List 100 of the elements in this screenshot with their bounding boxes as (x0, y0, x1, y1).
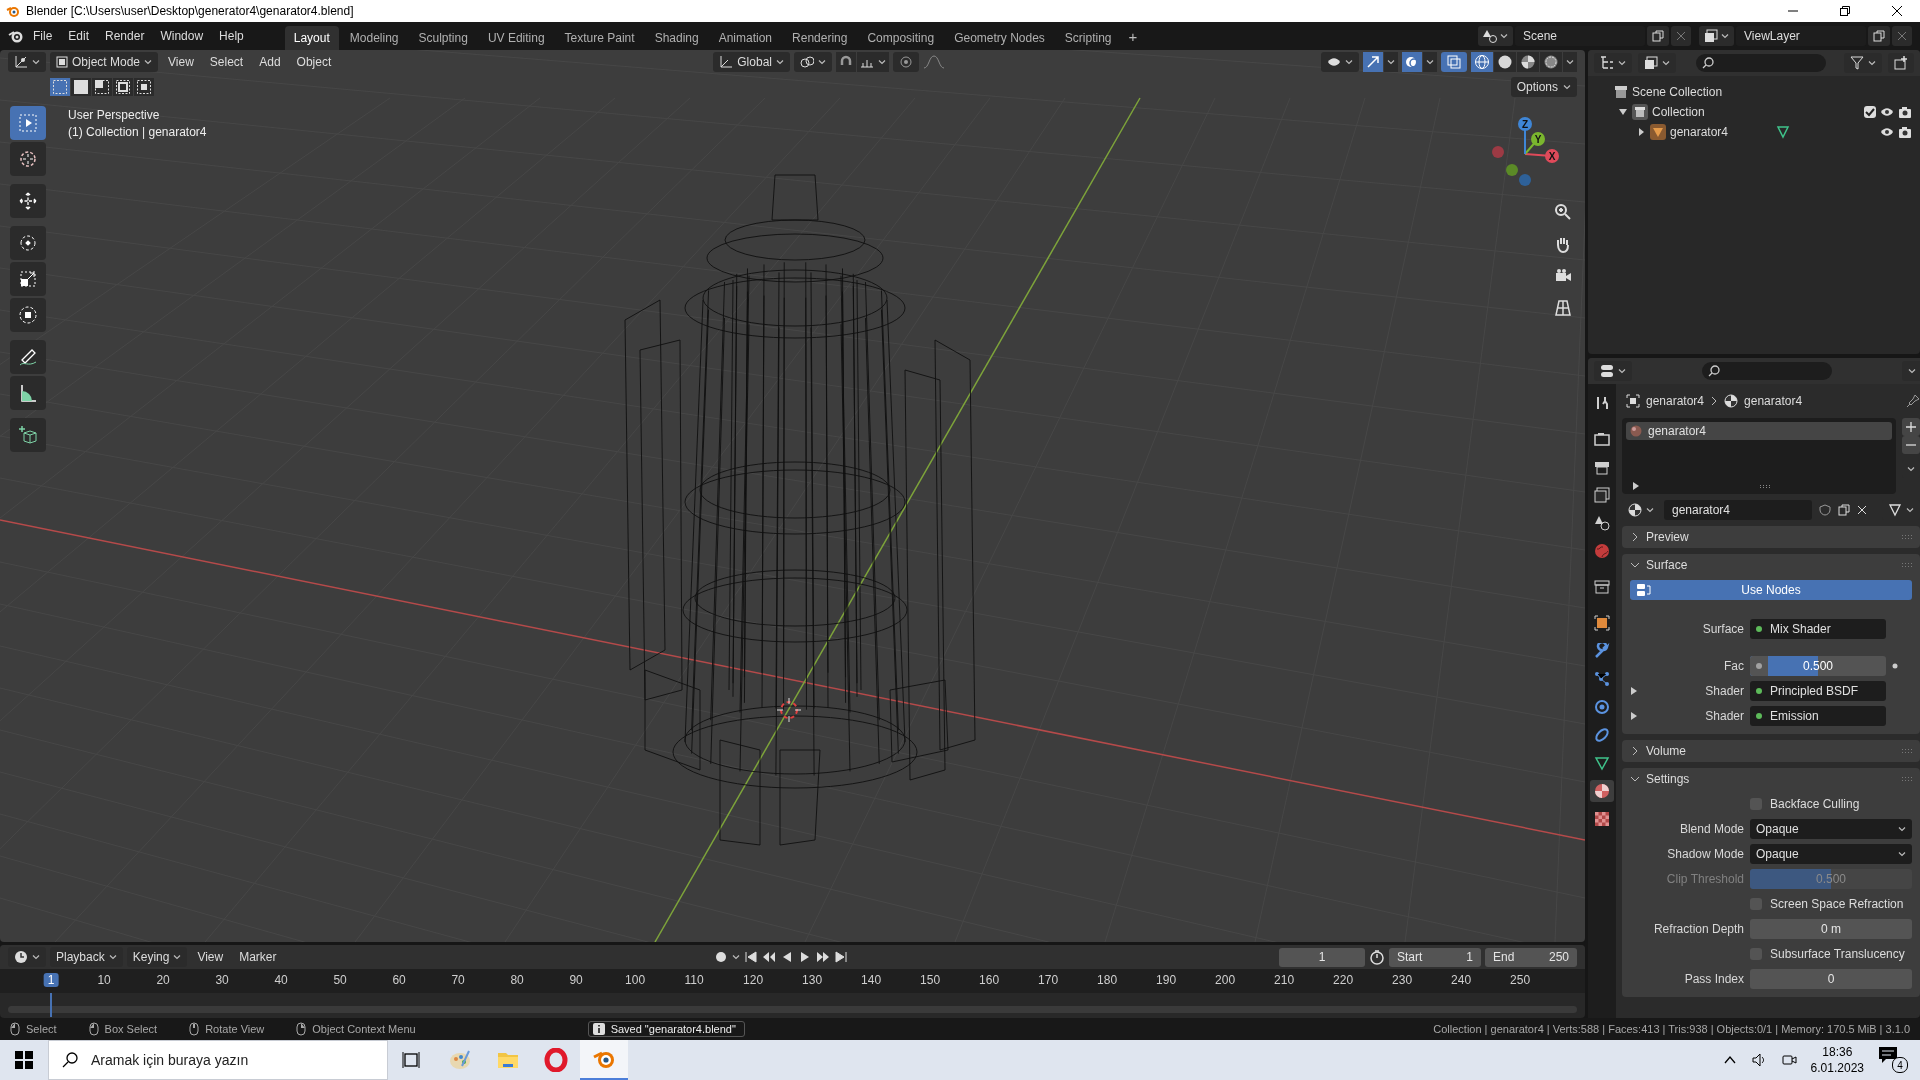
viewport-info-text: User Perspective (68, 108, 161, 122)
clock[interactable]: 18:36 6.01.2023 (1810, 1044, 1864, 1076)
outliner-item[interactable]: genarator4 (1670, 124, 1729, 139)
shader-dropdown[interactable]: Mix Shader (1750, 619, 1886, 639)
frame-number: 10 (97, 973, 111, 987)
material-slot[interactable]: genarator4 (1626, 422, 1892, 440)
shader-dropdown[interactable]: Principled BSDF (1750, 681, 1886, 701)
frame-number: 120 (743, 973, 764, 987)
frame-number: 240 (1451, 973, 1472, 987)
outliner-item[interactable]: Collection (1652, 105, 1705, 119)
menu-item[interactable]: View (191, 948, 230, 966)
breadcrumb-item[interactable]: genarator4 (1646, 394, 1705, 408)
field-label: Surface (1701, 622, 1744, 636)
frame-number: 30 (215, 973, 229, 987)
menu-item[interactable]: Select (203, 53, 250, 71)
workspace-tab[interactable]: Geometry Nodes (945, 26, 1054, 50)
menu-item[interactable]: Object (290, 53, 338, 71)
taskbar-search-field[interactable]: Aramak için buraya yazın (48, 1040, 388, 1080)
orientation-dropdown[interactable]: Global (713, 52, 790, 72)
field-label: Shadow Mode (1666, 847, 1744, 861)
menu-dropdown[interactable]: Playback (50, 947, 123, 967)
workspace-tab[interactable]: UV Editing (478, 26, 554, 50)
outliner-item[interactable]: Scene Collection (1632, 85, 1723, 99)
field-label: Blend Mode (1678, 822, 1744, 836)
hint-label: Object Context Menu (312, 1023, 416, 1035)
mode-dropdown[interactable]: Object Mode (50, 52, 159, 72)
panel-header[interactable]: Preview (1622, 526, 1920, 548)
menu-item[interactable]: Add (253, 53, 287, 71)
menu-dropdown[interactable]: Keying (126, 947, 188, 967)
workspace-tab[interactable]: Shading (645, 26, 708, 50)
workspace-tab[interactable]: Sculpting (409, 26, 477, 50)
hint-label: Select (26, 1023, 57, 1035)
window-title: Blender [C:\Users\user\Desktop\generator4\genarator4.blend] (26, 4, 354, 18)
checkbox-label: Backface Culling (1770, 797, 1860, 811)
axis-handle[interactable]: X (1524, 149, 1559, 163)
view-layer-name-field[interactable]: ViewLayer (1736, 26, 1866, 46)
menu-item[interactable]: Marker (233, 948, 283, 966)
scene-name-field[interactable]: Scene (1515, 26, 1645, 46)
workspace-tab[interactable]: Modeling (340, 26, 408, 50)
panel-header[interactable]: Volume (1622, 740, 1920, 762)
menu-item[interactable]: Help (212, 26, 251, 46)
workspace-tab[interactable]: Rendering (783, 26, 857, 50)
shader-dropdown[interactable]: Emission (1750, 706, 1886, 726)
frame-number: 230 (1392, 973, 1413, 987)
field-label: Clip Threshold (1665, 872, 1744, 886)
frame-number: 140 (861, 973, 882, 987)
menu-item[interactable]: File (26, 26, 60, 46)
frame-number: 130 (802, 973, 823, 987)
field-label: Shader (1704, 709, 1744, 723)
frame-number: 180 (1097, 973, 1118, 987)
value-slider[interactable]: 0.500 (1750, 656, 1886, 676)
current-frame-field[interactable]: 1 (1279, 947, 1365, 967)
frame-number: 100 (625, 973, 646, 987)
field-label: Pass Index (1683, 972, 1744, 986)
panel-header[interactable]: Surface (1622, 554, 1920, 576)
breadcrumb-item[interactable]: genarator4 (1744, 394, 1803, 408)
material-name-field[interactable]: genarator4 (1664, 500, 1812, 520)
menu-item[interactable]: Window (153, 26, 211, 46)
number-field[interactable]: 0 (1750, 969, 1912, 989)
frame-number: 160 (979, 973, 1000, 987)
workspace-tab[interactable]: Scripting (1055, 26, 1121, 50)
frame-number: 60 (392, 973, 406, 987)
frame-number: 150 (920, 973, 941, 987)
checkbox-label: Screen Space Refraction (1770, 897, 1904, 911)
frame-number: 90 (569, 973, 583, 987)
start-frame-field[interactable]: Start 1 (1389, 947, 1481, 967)
notifications-button[interactable]: 4 (1878, 1045, 1908, 1075)
menu-item[interactable]: Render (98, 26, 152, 46)
hint-label: Rotate View (205, 1023, 265, 1035)
mode-dropdown[interactable]: Opaque (1750, 819, 1912, 839)
workspace-tab[interactable]: Animation (709, 26, 782, 50)
frame-number: 40 (274, 973, 288, 987)
axis-handle[interactable]: Y (1524, 132, 1545, 155)
frame-number: 50 (333, 973, 347, 987)
workspace-tab[interactable]: Compositing (858, 26, 944, 50)
mode-dropdown[interactable]: Opaque (1750, 844, 1912, 864)
frame-number: 250 (1510, 973, 1531, 987)
scene-statistics: Collection | genarator4 | Verts:588 | Faces:413 | Tris:938 | Objects:0/1 | Memory: 170.5 MiB | 3.1.0 (1433, 1023, 1910, 1035)
field-label: Shader (1704, 684, 1744, 698)
current-frame-marker[interactable]: 1 (43, 973, 59, 987)
field-label: Refraction Depth (1652, 922, 1744, 936)
workspace-tab[interactable]: Texture Paint (555, 26, 644, 50)
frame-number: 80 (510, 973, 524, 987)
hint-label: Box Select (104, 1023, 158, 1035)
use-nodes-button[interactable]: Use Nodes (1630, 580, 1912, 600)
frame-number: 70 (451, 973, 465, 987)
options-dropdown[interactable]: Options (1510, 77, 1577, 97)
frame-number: 110 (684, 973, 704, 987)
frame-number: 210 (1274, 973, 1295, 987)
workspace-tab[interactable]: Layout (284, 26, 339, 50)
panel-header[interactable]: Settings (1622, 768, 1920, 790)
frame-number: 20 (156, 973, 170, 987)
number-field[interactable]: 0 m (1750, 919, 1912, 939)
end-frame-field[interactable]: End 250 (1485, 947, 1577, 967)
frame-number: 170 (1038, 973, 1059, 987)
viewport-info-text: (1) Collection | genarator4 (68, 125, 207, 139)
axis-handle[interactable]: Z (1518, 117, 1532, 155)
add-workspace-button[interactable]: + (1122, 24, 1144, 48)
menu-item[interactable]: Edit (61, 26, 97, 46)
menu-item[interactable]: View (162, 53, 200, 71)
